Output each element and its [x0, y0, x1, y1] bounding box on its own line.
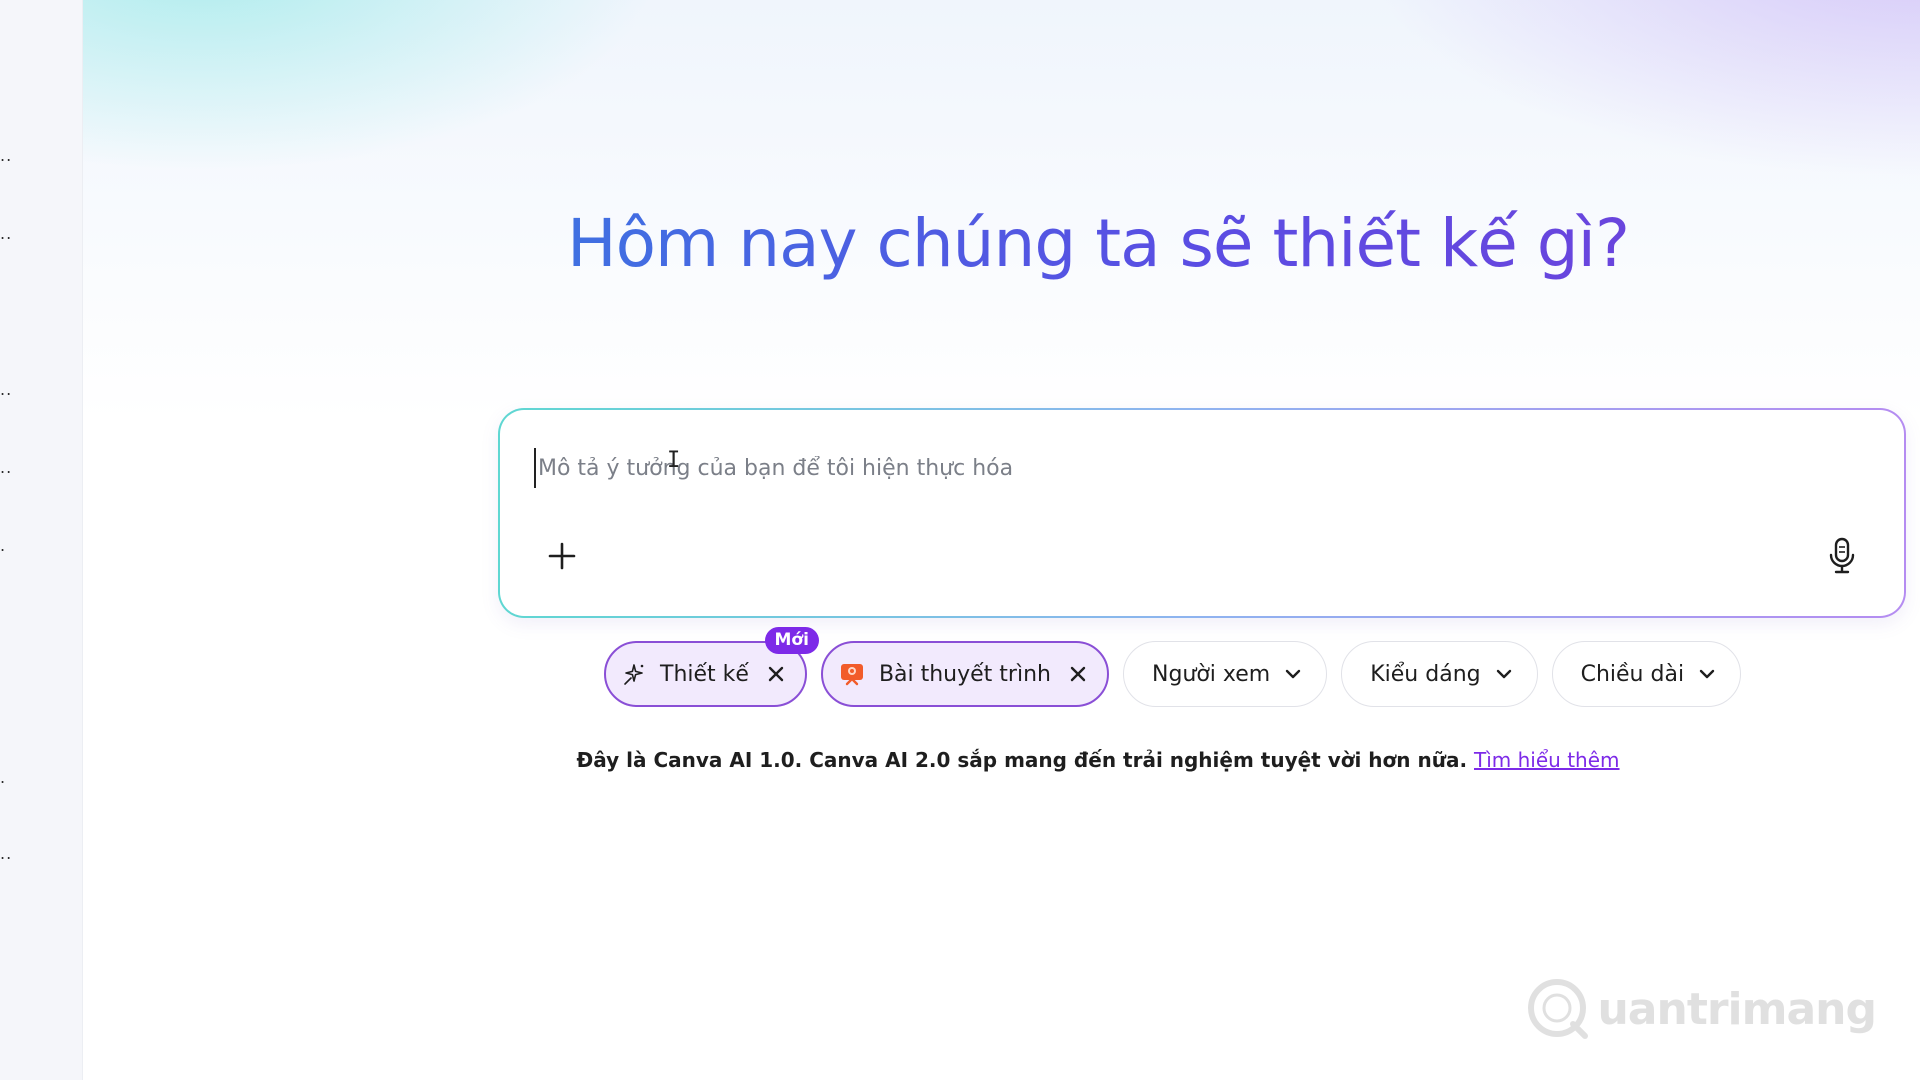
watermark-text: uantrimang	[1597, 983, 1877, 1035]
prompt-box: I	[498, 408, 1906, 618]
text-cursor-icon: I	[667, 448, 681, 473]
sidebar-item-truncated[interactable]: ..	[0, 382, 12, 398]
version-notice-text: Đây là Canva AI 1.0. Canva AI 2.0 sắp ma…	[576, 748, 1468, 772]
close-icon	[1070, 666, 1086, 682]
dropdown-style-label: Kiểu dáng	[1370, 661, 1481, 687]
microphone-icon	[1829, 537, 1855, 574]
learn-more-link[interactable]: Tìm hiểu thêm	[1474, 748, 1620, 772]
chip-design[interactable]: Thiết kế Mới	[604, 627, 819, 707]
chevron-down-icon	[1699, 669, 1715, 679]
prompt-input[interactable]	[534, 448, 1738, 488]
dropdown-length-label: Chiều dài	[1580, 661, 1685, 687]
page-title: Hôm nay chúng ta sẽ thiết kế gì?	[83, 205, 1920, 282]
sidebar-item-truncated[interactable]: ..	[0, 148, 12, 164]
prompt-box-inner: I	[500, 410, 1904, 616]
sidebar-item-truncated[interactable]: .	[0, 770, 6, 786]
dropdown-length[interactable]: Chiều dài	[1551, 641, 1742, 707]
watermark: uantrimang	[1525, 976, 1877, 1042]
quantrimang-logo-icon	[1528, 979, 1589, 1039]
dropdown-audience-label: Người xem	[1151, 661, 1271, 687]
sidebar-item-truncated[interactable]: ..	[0, 846, 12, 862]
new-badge: Mới	[764, 627, 819, 654]
prompt-options: Thiết kế Mới Bài thuyết trình Người xem …	[604, 627, 1742, 708]
remove-design-button[interactable]	[763, 661, 789, 687]
dropdown-style[interactable]: Kiểu dáng	[1341, 641, 1538, 707]
version-notice: Đây là Canva AI 1.0. Canva AI 2.0 sắp ma…	[83, 748, 1920, 772]
sparkle-icon	[624, 664, 644, 685]
dropdown-audience[interactable]: Người xem	[1122, 641, 1328, 707]
sidebar-item-truncated[interactable]: ..	[0, 226, 12, 242]
plus-icon	[548, 542, 576, 570]
chip-presentation[interactable]: Bài thuyết trình	[820, 641, 1109, 707]
page: .. .. .. .. . . .. Hôm nay chúng ta sẽ t…	[0, 0, 1920, 1080]
microphone-button[interactable]	[1820, 534, 1864, 578]
sidebar-item-truncated[interactable]: ..	[0, 460, 12, 476]
remove-presentation-button[interactable]	[1065, 661, 1091, 687]
close-icon	[768, 666, 784, 682]
chip-design-label: Thiết kế	[660, 661, 749, 687]
sidebar-item-truncated[interactable]: .	[0, 538, 6, 554]
add-button[interactable]	[540, 534, 584, 578]
main-area: Hôm nay chúng ta sẽ thiết kế gì? I	[83, 0, 1920, 1080]
chevron-down-icon	[1496, 669, 1511, 679]
chevron-down-icon	[1286, 669, 1301, 679]
left-sidebar: .. .. .. .. . . ..	[0, 0, 83, 1080]
presentation-icon	[840, 664, 863, 686]
chip-presentation-label: Bài thuyết trình	[878, 661, 1051, 687]
